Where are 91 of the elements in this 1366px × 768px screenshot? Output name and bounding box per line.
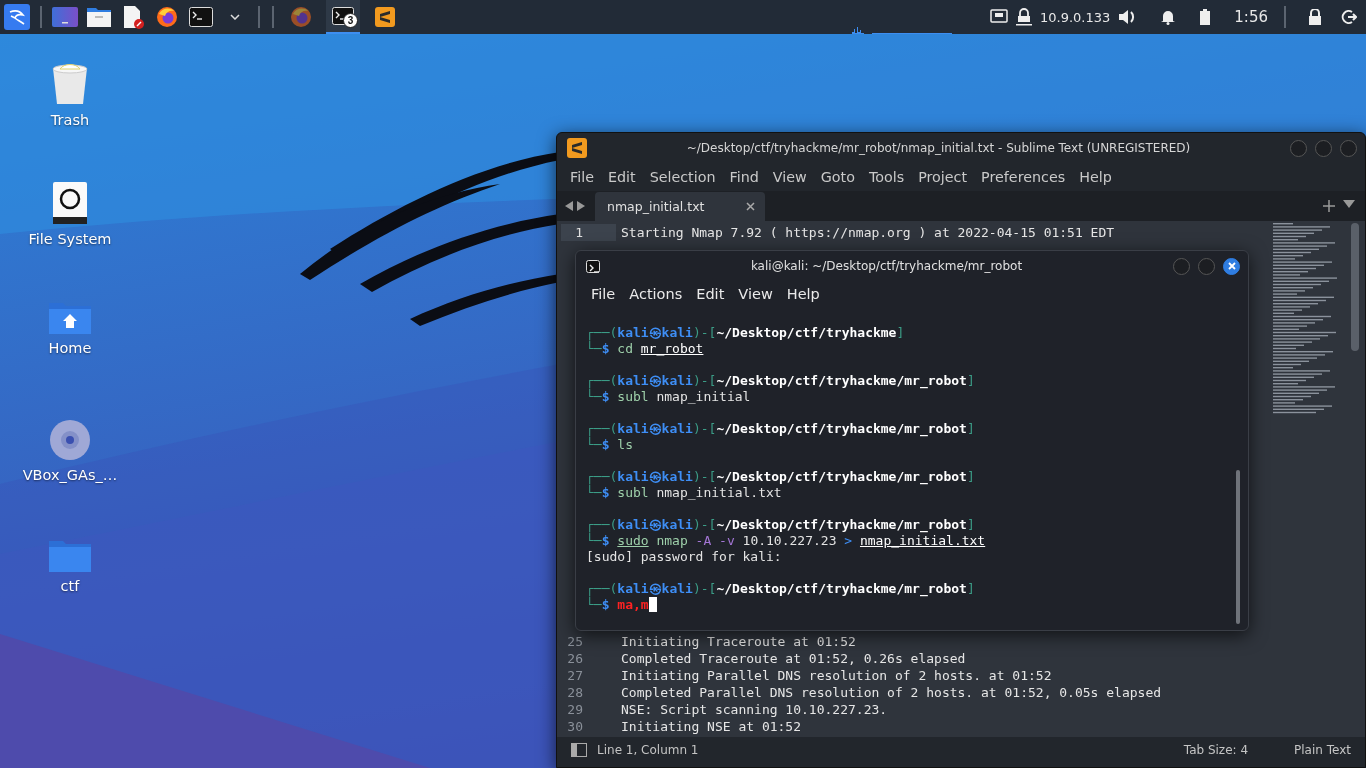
menu-item[interactable]: File xyxy=(584,286,623,302)
line-number: 28 xyxy=(566,684,584,701)
left-arrow-icon xyxy=(565,201,573,211)
terminal-icon xyxy=(189,7,213,27)
notification-icon xyxy=(1160,9,1177,25)
terminal-line: ┌──(kali㉿kali)-[~/Desktop/ctf/tryhackme/mr_robot] xyxy=(586,469,976,485)
code-line: Completed Traceroute at 01:52, 0.26s elapsed xyxy=(620,650,966,667)
menu-item[interactable]: Edit xyxy=(689,286,732,302)
close-icon xyxy=(746,202,755,211)
terminal-line: └─$ ma,m xyxy=(586,597,1236,613)
menu-item[interactable]: Tools xyxy=(861,169,912,185)
scrollbar-thumb[interactable] xyxy=(1236,470,1240,624)
terminal-line: └─$ ls xyxy=(586,437,634,453)
app-menu-button[interactable] xyxy=(4,4,30,30)
code-line: Initiating Parallel DNS resolution of 2 hosts. at 01:52 xyxy=(620,667,1052,684)
vpn-lock-icon xyxy=(1016,8,1032,26)
window-count-badge: 3 xyxy=(343,13,358,28)
battery-icon xyxy=(1200,9,1211,25)
terminal-line: └─$ subl nmap_initial.txt xyxy=(586,485,782,501)
menu-item[interactable]: View xyxy=(765,169,814,185)
document-icon xyxy=(121,5,145,29)
browser-icon xyxy=(290,6,312,28)
terminal-line: ┌──(kali㉿kali)-[~/Desktop/ctf/tryhackme/mr_robot] xyxy=(586,373,976,389)
volume-icon xyxy=(1118,9,1137,25)
terminal-icon xyxy=(586,259,600,273)
code-line: Starting Nmap 7.92 ( https://nmap.org ) at 2022-04-15 01:51 EDT xyxy=(620,224,1115,241)
chevron-down-icon xyxy=(230,14,240,20)
window-title: ~/Desktop/ctf/tryhackme/mr_robot/nmap_initial.txt - Sublime Text (UNREGISTERED) xyxy=(685,141,1192,155)
terminal-line: ┌──(kali㉿kali)-[~/Desktop/ctf/tryhackme/mr_robot] xyxy=(586,421,976,437)
code-line: Completed Parallel DNS resolution of 2 hosts. at 01:52, 0.05s elapsed xyxy=(620,684,1162,701)
right-arrow-icon xyxy=(577,201,585,211)
menu-item[interactable]: View xyxy=(731,286,780,302)
line-number: 30 xyxy=(566,718,584,735)
plus-icon xyxy=(1323,200,1335,212)
desktop-icon-label[interactable]: File System xyxy=(28,231,112,247)
window-title: kali@kali: ~/Desktop/ctf/tryhackme/mr_robot xyxy=(749,259,1024,273)
trash-icon xyxy=(50,62,90,106)
taskbar-window-button[interactable]: 3 xyxy=(326,0,360,34)
terminal-line: └─$ cd mr_robot xyxy=(586,341,705,357)
line-number: 25 xyxy=(566,633,584,650)
menu-item[interactable]: Actions xyxy=(622,286,690,302)
menu-item[interactable]: Selection xyxy=(642,169,723,185)
menu-item[interactable]: Edit xyxy=(600,169,643,185)
folder-icon xyxy=(87,7,111,27)
editor-logo-icon xyxy=(375,7,395,27)
terminal-line: ┌──(kali㉿kali)-[~/Desktop/ctf/tryhackme] xyxy=(586,325,906,341)
workspace-icon xyxy=(52,7,78,27)
menu-item[interactable]: Project xyxy=(911,169,975,185)
menu-item[interactable]: File xyxy=(563,169,601,185)
clock: 1:56 xyxy=(1234,8,1268,26)
browser-icon xyxy=(156,6,178,28)
line-number: 27 xyxy=(566,667,584,684)
desktop-icon-label[interactable]: VBox_GAs_… xyxy=(22,467,118,483)
tab-label: nmap_initial.txt xyxy=(607,199,705,214)
folder-icon xyxy=(49,538,91,572)
terminal-line: ┌──(kali㉿kali)-[~/Desktop/ctf/tryhackme/mr_robot] xyxy=(586,517,976,533)
menu-item[interactable]: Goto xyxy=(813,169,862,185)
dragon-icon xyxy=(7,7,27,27)
lock-icon xyxy=(1308,9,1322,25)
drive-icon xyxy=(52,181,88,225)
ip-address: 10.9.0.133 xyxy=(1040,9,1111,25)
dropdown-icon xyxy=(1343,200,1355,208)
disc-icon xyxy=(49,419,91,461)
code-line: NSE: Script scanning 10.10.227.23. xyxy=(620,701,888,718)
line-number: 29 xyxy=(566,701,584,718)
terminal-line: └─$ sudo nmap -A -v 10.10.227.23 > nmap_initial.txt xyxy=(586,533,987,549)
logout-icon xyxy=(1341,9,1357,25)
panel-toggle-icon xyxy=(571,743,587,757)
desktop-icon-label[interactable]: Home xyxy=(48,340,92,356)
file-tab[interactable]: nmap_initial.txt xyxy=(595,192,765,221)
home-folder-icon xyxy=(49,300,91,334)
line-number: 1 xyxy=(561,224,616,241)
close-icon xyxy=(1227,262,1236,270)
code-line: Initiating Traceroute at 01:52 xyxy=(620,633,856,650)
desktop-icon-label[interactable]: ctf xyxy=(60,578,80,594)
menu-item[interactable]: Help xyxy=(779,286,827,302)
line-number: 26 xyxy=(566,650,584,667)
close-button[interactable] xyxy=(1223,257,1240,275)
code-line: Initiating NSE at 01:52 xyxy=(620,718,801,735)
menu-item[interactable]: Find xyxy=(722,169,766,185)
terminal-line: ┌──(kali㉿kali)-[~/Desktop/ctf/tryhackme/mr_robot] xyxy=(586,581,976,597)
menu-item[interactable]: Help xyxy=(1072,169,1119,185)
cursor-position: Line 1, Column 1 xyxy=(597,743,699,757)
network-icon xyxy=(990,9,1008,25)
terminal-line: └─$ subl nmap_initial xyxy=(586,389,751,405)
terminal-line: [sudo] password for kali: xyxy=(586,549,783,565)
menu-item[interactable]: Preferences xyxy=(974,169,1073,185)
editor-logo-icon xyxy=(567,138,587,158)
tab-size[interactable]: Tab Size: 4 xyxy=(1183,743,1249,757)
syntax-mode[interactable]: Plain Text xyxy=(1294,743,1351,757)
desktop-icon-label[interactable]: Trash xyxy=(50,112,90,128)
